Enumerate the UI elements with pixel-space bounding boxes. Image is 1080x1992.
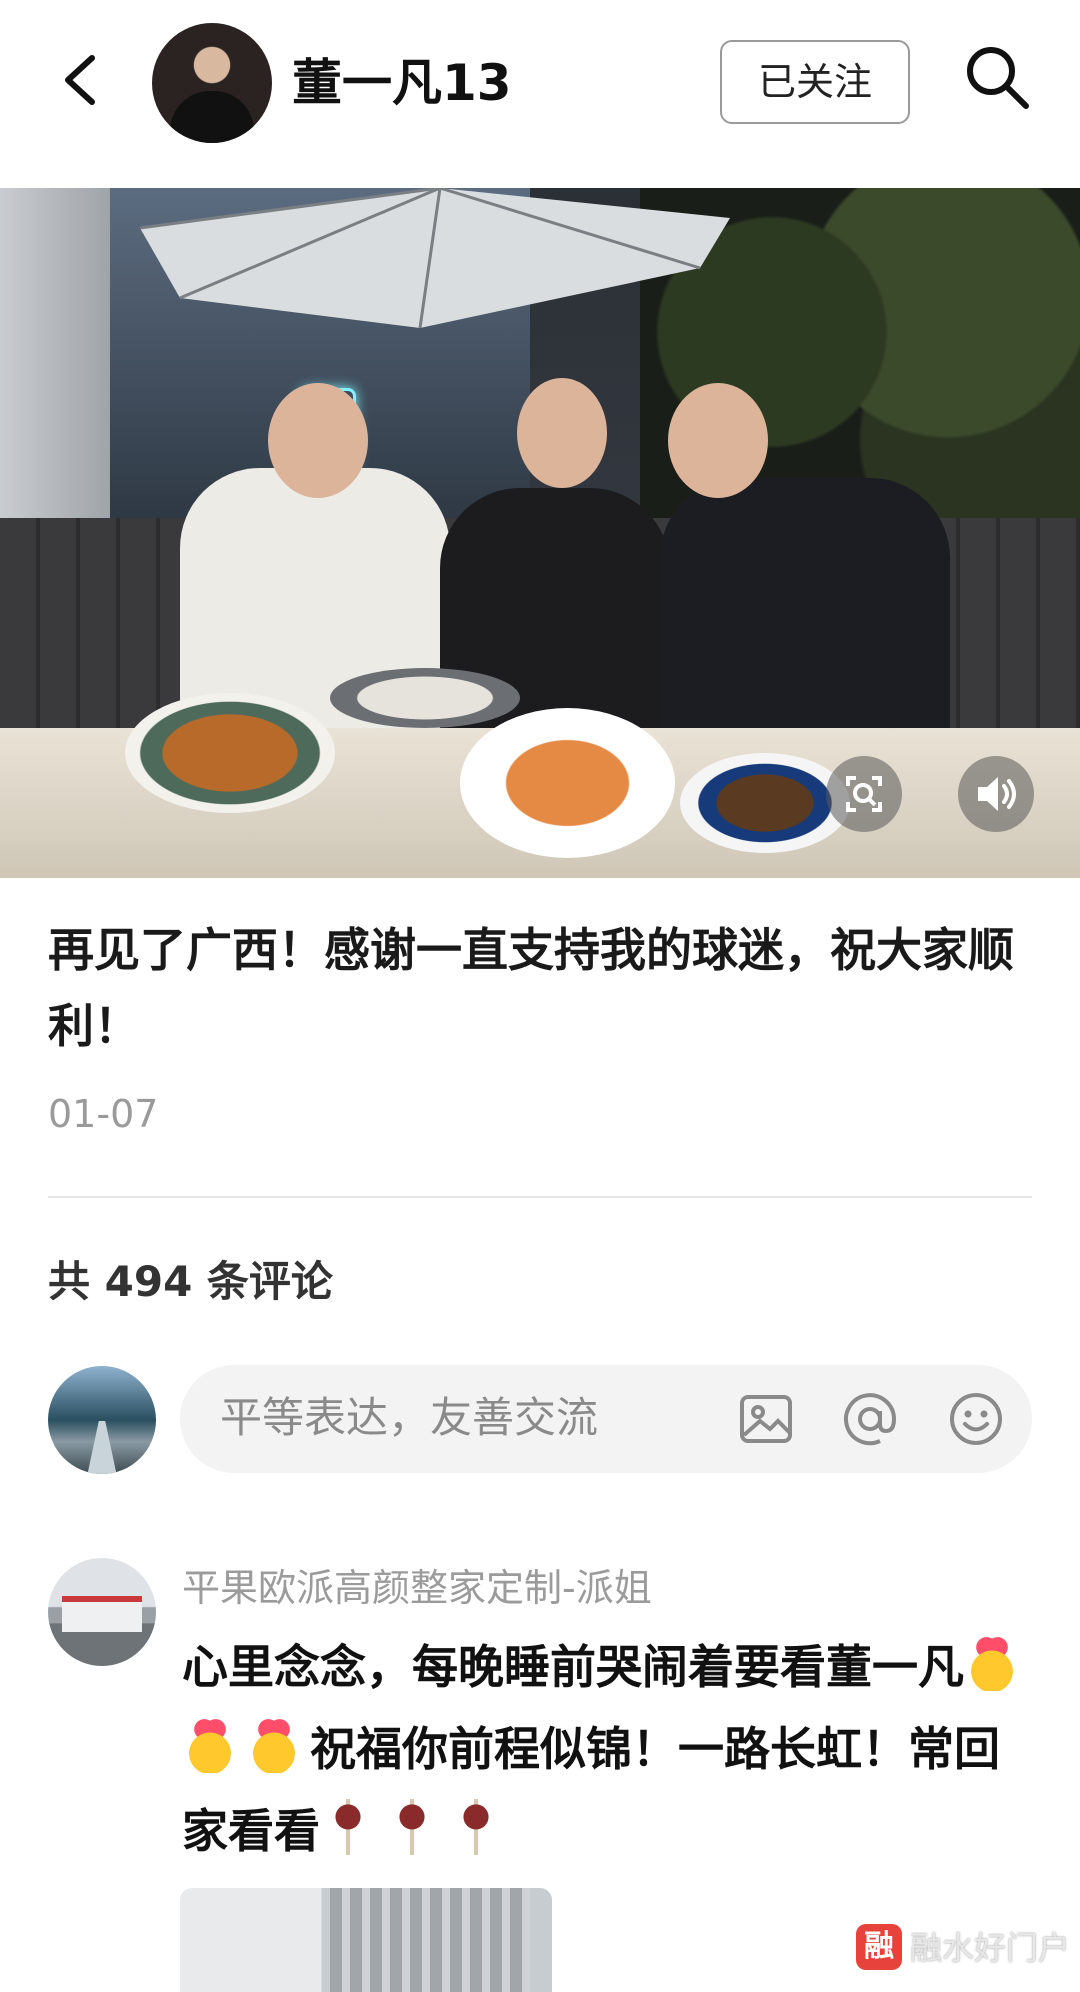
- commenter-name[interactable]: 平果欧派高颜整家定制-派姐: [182, 1562, 652, 1614]
- lollipop-emoji-icon: [448, 1799, 504, 1855]
- umbrella-graphic: [140, 188, 730, 329]
- comment-input[interactable]: 平等表达，友善交流: [180, 1365, 1032, 1473]
- sound-toggle-button[interactable]: [958, 756, 1034, 832]
- scan-icon: [846, 776, 882, 812]
- author-avatar[interactable]: [152, 23, 272, 143]
- image-search-button[interactable]: [826, 756, 902, 832]
- mention-icon[interactable]: [840, 1389, 900, 1449]
- comment-image[interactable]: [180, 1888, 552, 1992]
- watermark-logo: 融: [856, 1924, 902, 1970]
- speaker-icon: [978, 777, 1016, 811]
- post-photo[interactable]: [0, 188, 1080, 878]
- post-date: 01-07: [48, 1092, 159, 1136]
- back-arrow-icon[interactable]: [52, 50, 112, 110]
- author-name[interactable]: 董一凡13: [292, 50, 512, 116]
- post-caption: 再见了广西！感谢一直支持我的球迷，祝大家顺利！: [48, 923, 1014, 1053]
- emoji-icon[interactable]: [946, 1389, 1006, 1449]
- my-avatar: [48, 1366, 156, 1474]
- finger-heart-emoji-icon: [964, 1635, 1020, 1691]
- follow-button[interactable]: 已关注: [720, 40, 910, 124]
- top-bar: 董一凡13 已关注: [0, 0, 1080, 186]
- lollipop-emoji-icon: [384, 1799, 440, 1855]
- image-icon[interactable]: [736, 1389, 796, 1449]
- comment-text-part2: 祝福你前程似锦！一路长虹！常回家看看: [182, 1722, 1000, 1858]
- comment-input-placeholder[interactable]: 平等表达，友善交流: [220, 1389, 598, 1447]
- divider: [48, 1196, 1032, 1198]
- watermark-text: 融水好门户: [910, 1929, 1071, 1967]
- lollipop-emoji-icon: [320, 1799, 376, 1855]
- finger-heart-emoji-icon: [246, 1717, 302, 1773]
- commenter-avatar[interactable]: [48, 1558, 156, 1666]
- search-icon[interactable]: [962, 42, 1032, 112]
- comment-count: 共 494 条评论: [48, 1257, 333, 1306]
- finger-heart-emoji-icon: [182, 1717, 238, 1773]
- comment-text-part1: 心里念念，每晚睡前哭闹着要看董一凡: [182, 1640, 964, 1694]
- comment-text: 心里念念，每晚睡前哭闹着要看董一凡祝福你前程似锦！一路长虹！常回家看看: [182, 1626, 1032, 1872]
